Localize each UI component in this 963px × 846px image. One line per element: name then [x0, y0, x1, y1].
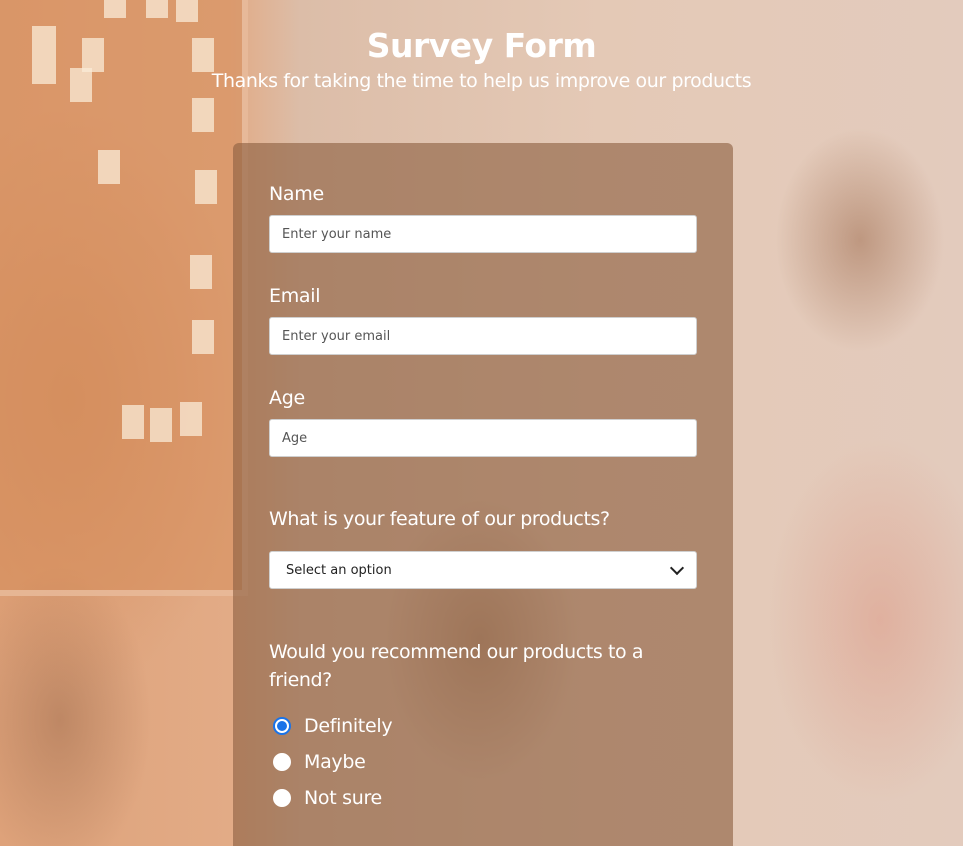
sticky-note [176, 0, 198, 22]
sticky-note [150, 408, 172, 442]
radio-button[interactable] [273, 753, 291, 771]
age-label: Age [269, 387, 305, 409]
radio-option-maybe[interactable]: Maybe [273, 749, 366, 775]
feature-select-value: Select an option [286, 562, 392, 578]
page-title: Survey Form [366, 26, 597, 65]
sticky-note [190, 255, 212, 289]
feature-question: What is your feature of our products? [269, 508, 610, 530]
sticky-note [192, 98, 214, 132]
radio-label: Maybe [304, 751, 366, 773]
sticky-note [98, 150, 120, 184]
sticky-note [192, 320, 214, 354]
age-field[interactable] [269, 419, 697, 457]
radio-button[interactable] [273, 789, 291, 807]
radio-label: Definitely [304, 715, 393, 737]
name-label: Name [269, 183, 324, 205]
recommend-question: Would you recommend our products to a fr… [269, 641, 644, 691]
radio-option-definitely[interactable]: Definitely [273, 713, 393, 739]
chevron-down-icon [669, 560, 685, 575]
sticky-note [104, 0, 126, 18]
sticky-note [122, 405, 144, 439]
email-field[interactable] [269, 317, 697, 355]
sticky-note [146, 0, 168, 18]
radio-option-not-sure[interactable]: Not sure [273, 785, 382, 811]
feature-select[interactable]: Select an option [269, 551, 697, 589]
page-header: Survey Form Thanks for taking the time t… [0, 24, 963, 94]
sticky-note [195, 170, 217, 204]
email-label: Email [269, 285, 321, 307]
radio-button[interactable] [273, 717, 291, 735]
survey-form: Name Email Age What is your feature of o… [233, 143, 733, 846]
page-subtitle: Thanks for taking the time to help us im… [211, 70, 752, 92]
name-field[interactable] [269, 215, 697, 253]
radio-label: Not sure [304, 787, 382, 809]
sticky-note [180, 402, 202, 436]
